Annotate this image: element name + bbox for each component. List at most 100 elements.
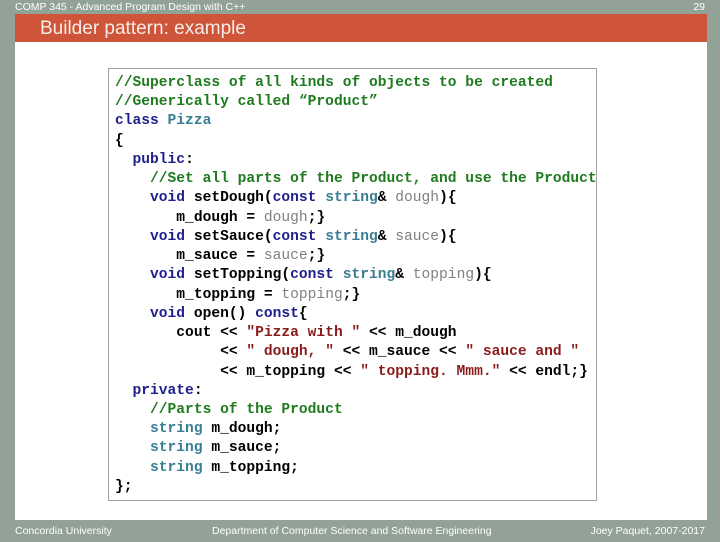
code-line: //Generically called “Product”: [115, 93, 597, 112]
code-type: string: [150, 421, 203, 438]
code-line: private:: [115, 382, 597, 401]
code-string: "Pizza with ": [246, 325, 361, 342]
code-line: cout << "Pizza with " << m_dough: [115, 324, 597, 343]
slide-title: Builder pattern: example: [40, 18, 246, 39]
code-text: open(): [185, 305, 256, 322]
code-type: string: [150, 459, 203, 476]
code-line: public:: [115, 151, 597, 170]
code-line: void setDough(const string& dough){: [115, 189, 597, 208]
code-comment: //Set all parts of the Product, and use …: [150, 171, 597, 188]
code-text: << endl;}: [500, 363, 588, 380]
code-line: void setSauce(const string& sauce){: [115, 228, 597, 247]
code-text: setTopping(: [185, 267, 291, 284]
code-text: &: [377, 228, 396, 245]
slide-number: 29: [693, 1, 705, 13]
code-parameter: dough: [395, 190, 440, 207]
code-line: string m_sauce;: [115, 439, 597, 458]
code-keyword: private: [132, 382, 194, 399]
code-text: cout <<: [115, 325, 247, 342]
code-parameter: topping: [412, 267, 475, 284]
code-line: };: [115, 478, 597, 497]
code-parameter: sauce: [395, 228, 440, 245]
code-line: m_dough = dough;}: [115, 209, 597, 228]
code-block: //Superclass of all kinds of objects to …: [108, 68, 597, 501]
code-keyword: void: [150, 305, 186, 322]
course-title: COMP 345 - Advanced Program Design with …: [15, 1, 246, 13]
code-parameter: sauce: [263, 248, 308, 265]
code-text: m_dough;: [202, 421, 282, 438]
code-keyword: void: [150, 228, 186, 245]
code-string: " sauce and ": [465, 344, 580, 361]
footer-university: Concordia University: [15, 525, 112, 537]
code-text: m_sauce;: [202, 440, 282, 457]
code-keyword: void: [150, 267, 186, 284]
code-type: string: [342, 267, 396, 284]
code-line: << m_topping << " topping. Mmm." << endl…: [115, 363, 597, 382]
title-bar: Builder pattern: example: [15, 14, 707, 42]
code-text: m_topping =: [115, 286, 282, 303]
code-text: << m_dough: [360, 325, 457, 342]
code-string: " topping. Mmm.": [360, 363, 501, 380]
code-string: " dough, ": [246, 344, 334, 361]
code-keyword: const: [272, 190, 317, 207]
code-text: &: [377, 190, 396, 207]
code-text: ;}: [307, 209, 326, 226]
code-text: :: [185, 151, 194, 168]
code-keyword: void: [150, 190, 186, 207]
code-line: string m_dough;: [115, 420, 597, 439]
code-text: :: [193, 382, 203, 399]
code-text: << m_topping <<: [115, 363, 361, 380]
code-text: {: [115, 132, 124, 149]
footer: Concordia University Department of Compu…: [0, 520, 720, 540]
code-line: void setTopping(const string& topping){: [115, 266, 597, 285]
code-keyword: public: [132, 151, 186, 168]
code-line: << " dough, " << m_sauce << " sauce and …: [115, 343, 597, 362]
code-text: m_dough =: [115, 209, 264, 226]
code-type: string: [325, 190, 378, 207]
code-text: ){: [439, 228, 457, 245]
code-type: string: [150, 440, 203, 457]
code-type: string: [325, 228, 378, 245]
code-text: ;}: [342, 286, 361, 303]
code-line: string m_topping;: [115, 459, 597, 478]
code-parameter: topping: [281, 286, 343, 303]
code-text: setDough(: [185, 190, 273, 207]
code-parameter: dough: [263, 209, 308, 226]
code-text: m_topping;: [202, 459, 299, 476]
code-keyword: const: [272, 228, 317, 245]
code-type: Pizza: [167, 113, 212, 130]
code-line: void open() const{: [115, 305, 597, 324]
code-keyword: const: [255, 305, 299, 322]
code-line: //Set all parts of the Product, and use …: [115, 170, 597, 189]
slide-content: //Superclass of all kinds of objects to …: [15, 42, 707, 520]
code-text: ;}: [307, 248, 326, 265]
code-text: <<: [115, 344, 247, 361]
code-line: class Pizza: [115, 112, 597, 131]
code-text: &: [395, 267, 413, 284]
code-line: //Parts of the Product: [115, 401, 597, 420]
code-text: {: [298, 305, 308, 322]
code-keyword: const: [290, 267, 334, 284]
code-comment: //Generically called “Product”: [115, 94, 378, 111]
code-text: };: [115, 478, 133, 495]
code-text: ){: [439, 190, 457, 207]
code-comment: //Superclass of all kinds of objects to …: [115, 75, 553, 91]
code-listing: //Superclass of all kinds of objects to …: [115, 74, 597, 497]
code-text: ){: [474, 267, 492, 284]
code-keyword: class: [115, 113, 168, 130]
code-line: {: [115, 132, 597, 151]
code-line: m_topping = topping;}: [115, 286, 597, 305]
